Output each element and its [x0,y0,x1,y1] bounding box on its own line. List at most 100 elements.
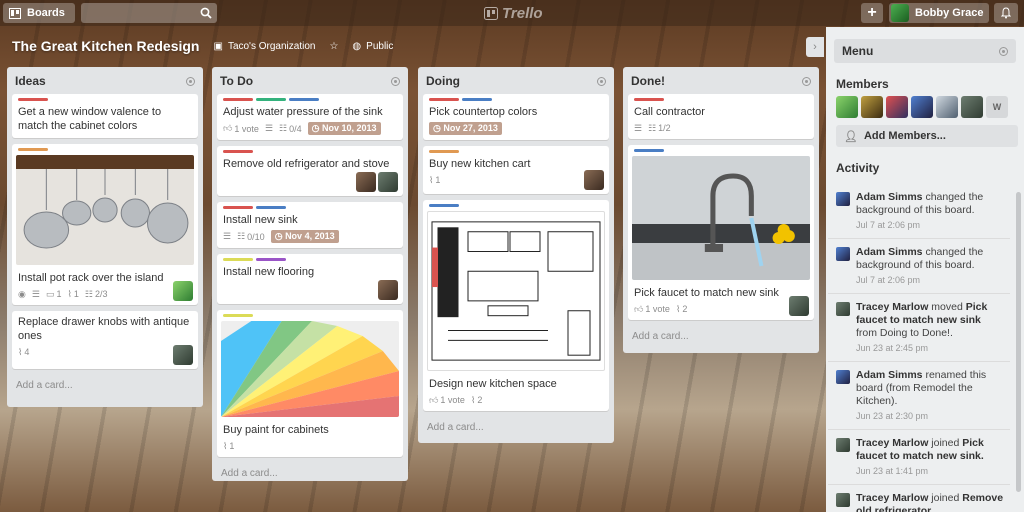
list-menu-icon[interactable] [597,76,606,86]
board-title[interactable]: The Great Kitchen Redesign [12,38,199,54]
card[interactable]: Buy new kitchen cart ⌇ 1 [423,146,609,194]
activity-time[interactable]: Jun 23 at 2:30 pm [856,410,1004,423]
activity-item: Adam Simms changed the background of thi… [828,239,1010,294]
member-avatar[interactable] [356,172,376,192]
activity-text: from Doing to Done!. [856,327,953,339]
card[interactable]: Install pot rack over the island ◉ ☰ ▭ 1 … [12,144,198,305]
card[interactable]: Replace drawer knobs with antique ones ⌇… [12,311,198,369]
attachment-badge: ⌇ 1 [429,174,441,186]
add-card-button[interactable]: Add a card... [628,326,814,342]
member-avatar[interactable] [836,493,850,507]
org-link[interactable]: ▣ Taco's Organization [213,41,315,52]
member-avatar[interactable] [836,247,850,261]
label-green [256,98,286,101]
card-title: Install pot rack over the island [18,272,164,284]
activity-time[interactable]: Jul 7 at 2:06 pm [856,219,1004,232]
member-avatar[interactable] [173,281,193,301]
card[interactable]: Install new flooring [217,254,403,304]
activity-user[interactable]: Tracey Marlow [856,301,928,313]
member-avatar[interactable] [961,96,983,118]
list-menu-icon[interactable] [186,76,195,86]
member-avatar[interactable] [584,170,604,190]
card[interactable]: Buy paint for cabinets ⌇ 1 [217,310,403,457]
star-button[interactable]: ☆ [329,41,338,52]
member-avatar-initial[interactable]: W [986,96,1008,118]
card[interactable]: Install new sink ☰ ☷ 0/10 ◷ Nov 4, 2013 [217,202,403,248]
card[interactable]: Pick countertop colors ◷ Nov 27, 2013 [423,94,609,140]
activity-user[interactable]: Adam Simms [856,191,923,203]
trello-logo[interactable]: Trello [484,5,543,22]
member-avatar[interactable] [378,172,398,192]
member-avatar[interactable] [936,96,958,118]
card[interactable]: Get a new window valence to match the ca… [12,94,198,138]
user-name: Bobby Grace [915,7,984,19]
list-menu-icon[interactable] [802,76,811,86]
card[interactable]: Design new kitchen space 👍︎ 1 vote ⌇ 2 [423,200,609,411]
card-badges: ◉ ☰ ▭ 1 ⌇ 1 ☷ 2/3 [18,288,192,300]
notifications-button[interactable] [994,3,1018,23]
add-card-button[interactable]: Add a card... [12,375,198,391]
card-title: Call contractor [634,106,705,118]
boards-button[interactable]: Boards [3,3,75,23]
add-card-button[interactable]: Add a card... [217,463,403,479]
member-avatar[interactable] [886,96,908,118]
sidebar-scrollbar[interactable] [1016,192,1021,492]
attachment-badge: ⌇ 1 [67,288,79,300]
card[interactable]: Pick faucet to match new sink 👍︎ 1 vote ⌇… [628,145,814,320]
chevron-right-icon: › [813,41,817,53]
member-avatar[interactable] [836,302,850,316]
card[interactable]: Adjust water pressure of the sink 👍︎ 1 vo… [217,94,403,140]
cover-image-floor-plan [427,211,605,371]
activity-user[interactable]: Tracey Marlow [856,492,928,504]
activity-user[interactable]: Tracey Marlow [856,437,928,449]
list-done: Done! Call contractor ☰ ☷ 1/2 Pick faucet… [623,67,819,353]
member-avatar[interactable] [836,370,850,384]
label-red [18,98,48,101]
cover-image-faucet [632,156,810,280]
label-blue [289,98,319,101]
label-yellow [223,258,253,261]
due-date-badge: ◷ Nov 4, 2013 [270,230,339,243]
activity-time[interactable]: Jul 7 at 2:06 pm [856,274,1004,287]
visibility-label: Public [366,40,394,52]
visibility-button[interactable]: ◍ Public [352,41,393,52]
member-avatar[interactable] [836,192,850,206]
activity-item: Adam Simms changed the background of thi… [828,184,1010,239]
card-title: Replace drawer knobs with antique ones [18,316,190,342]
checklist-badge: ☷ 1/2 [648,122,671,134]
bell-icon [1001,7,1011,19]
member-avatar[interactable] [173,345,193,365]
card-badges: ◷ Nov 27, 2013 [429,122,603,135]
member-avatar[interactable] [789,296,809,316]
member-avatar[interactable] [836,438,850,452]
menu-options-icon[interactable] [999,46,1008,56]
clock-icon: ◷ [274,231,283,241]
search-input[interactable] [81,3,217,23]
activity-time[interactable]: Jun 23 at 1:41 pm [856,465,1004,478]
list-menu-icon[interactable] [391,76,400,86]
activity-item: Tracey Marlow moved Pick faucet to match… [828,294,1010,362]
member-avatar[interactable] [836,96,858,118]
list-doing: Doing Pick countertop colors ◷ Nov 27, 2… [418,67,614,443]
attachment-badge: ⌇ 4 [18,346,30,358]
card-title: Buy new kitchen cart [429,158,531,170]
sidebar-collapse-button[interactable]: › [806,37,824,57]
member-avatar[interactable] [911,96,933,118]
member-avatar[interactable] [861,96,883,118]
card-title: Remove old refrigerator and stove [223,158,390,170]
checklist-badge: ☷ 0/10 [237,231,265,242]
card[interactable]: Call contractor ☰ ☷ 1/2 [628,94,814,139]
trello-logo-icon [484,7,498,20]
add-button[interactable]: + [861,3,883,23]
label-orange [18,148,48,151]
add-members-button[interactable]: 👤︎ Add Members... [836,125,1018,147]
user-menu-button[interactable]: Bobby Grace [889,3,989,23]
paperclip-icon: ⌇ [67,288,72,299]
activity-user[interactable]: Adam Simms [856,369,923,381]
card[interactable]: Remove old refrigerator and stove [217,146,403,196]
activity-user[interactable]: Adam Simms [856,246,923,258]
member-avatar[interactable] [378,280,398,300]
add-card-button[interactable]: Add a card... [423,417,609,433]
activity-time[interactable]: Jun 23 at 2:45 pm [856,342,1004,355]
board-header: The Great Kitchen Redesign ▣ Taco's Organ… [12,38,393,54]
